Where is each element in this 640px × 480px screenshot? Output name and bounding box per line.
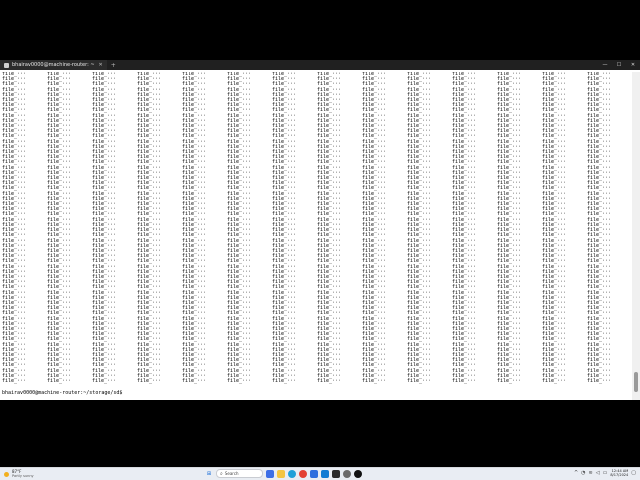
- scrollbar-thumb[interactable]: [634, 372, 638, 392]
- battery-icon[interactable]: ▭: [603, 470, 608, 476]
- listing-column: file_··· file_··· file_··· file_··· file…: [47, 72, 72, 384]
- listing-column: file_··· file_··· file_··· file_··· file…: [407, 72, 432, 384]
- terminal-icon: [4, 62, 9, 68]
- scrollbar[interactable]: [632, 72, 640, 400]
- new-tab-button[interactable]: +: [111, 62, 116, 69]
- minimize-button[interactable]: —: [598, 62, 612, 68]
- edge-browser-icon[interactable]: [288, 469, 296, 478]
- listing-column: file_··· file_··· file_··· file_··· file…: [452, 72, 477, 384]
- store-icon[interactable]: [310, 469, 318, 478]
- terminal-tab[interactable]: bhairav0000@machine-router: ~ ✕: [0, 60, 107, 70]
- settings-icon[interactable]: [343, 469, 351, 478]
- search-label: Search: [224, 471, 239, 476]
- taskbar-center: ⊞ ⌕ Search: [205, 469, 362, 478]
- terminal-output[interactable]: file_··· file_··· file_··· file_··· file…: [0, 72, 640, 400]
- chevron-up-icon[interactable]: ^: [574, 470, 578, 476]
- tab-close-icon[interactable]: ✕: [99, 62, 103, 68]
- weather-widget[interactable]: 87°F Partly sunny: [0, 470, 94, 478]
- system-tray: ^ ◔ ≋ ◁ ▭ 12:44 AM 8/17/2024 ▢: [574, 469, 636, 477]
- screen-area: bhairav0000@machine-router: ~ ✕ + — ☐ ✕ …: [0, 60, 640, 400]
- media-icon[interactable]: [354, 469, 362, 478]
- close-button[interactable]: ✕: [626, 62, 640, 68]
- window-controls: — ☐ ✕: [598, 62, 640, 68]
- shell-prompt: bhairav0000@machine-router:~/storage/sd$: [2, 390, 123, 396]
- maximize-button[interactable]: ☐: [612, 62, 626, 68]
- file-explorer-icon[interactable]: [277, 469, 285, 478]
- search-icon: ⌕: [220, 470, 223, 477]
- file-listing: file_··· file_··· file_··· file_··· file…: [2, 72, 628, 388]
- chrome-browser-icon[interactable]: [299, 469, 307, 478]
- weather-condition: Partly sunny: [12, 474, 34, 478]
- taskbar-search[interactable]: ⌕ Search: [216, 469, 263, 478]
- listing-column: file_··· file_··· file_··· file_··· file…: [362, 72, 387, 384]
- listing-column: file_··· file_··· file_··· file_··· file…: [587, 72, 612, 384]
- start-icon[interactable]: ⊞: [205, 470, 213, 478]
- listing-column: file_··· file_··· file_··· file_··· file…: [497, 72, 522, 384]
- listing-column: file_··· file_··· file_··· file_··· file…: [272, 72, 297, 384]
- taskbar: 87°F Partly sunny ⊞ ⌕ Search ^ ◔ ≋ ◁ ▭ 1…: [0, 467, 640, 480]
- widgets-icon[interactable]: [266, 469, 274, 478]
- listing-column: file_··· file_··· file_··· file_··· file…: [182, 72, 207, 384]
- volume-icon[interactable]: ◁: [596, 470, 600, 476]
- listing-column: file_··· file_··· file_··· file_··· file…: [317, 72, 342, 384]
- clock-date: 8/17/2024: [610, 473, 629, 477]
- tab-title: bhairav0000@machine-router: ~: [12, 62, 95, 68]
- network-icon[interactable]: ◔: [581, 470, 585, 476]
- listing-column: file_··· file_··· file_··· file_··· file…: [227, 72, 252, 384]
- terminal-titlebar: bhairav0000@machine-router: ~ ✕ + — ☐ ✕: [0, 60, 640, 70]
- listing-column: file_··· file_··· file_··· file_··· file…: [2, 72, 27, 384]
- wifi-icon[interactable]: ≋: [589, 470, 593, 476]
- clock[interactable]: 12:44 AM 8/17/2024: [610, 469, 628, 477]
- mail-icon[interactable]: [321, 469, 329, 478]
- sun-icon: [4, 471, 9, 477]
- listing-column: file_··· file_··· file_··· file_··· file…: [542, 72, 567, 384]
- notification-icon[interactable]: ▢: [631, 470, 636, 476]
- listing-column: file_··· file_··· file_··· file_··· file…: [137, 72, 162, 384]
- terminal-app-icon[interactable]: [332, 469, 340, 478]
- listing-column: file_··· file_··· file_··· file_··· file…: [92, 72, 117, 384]
